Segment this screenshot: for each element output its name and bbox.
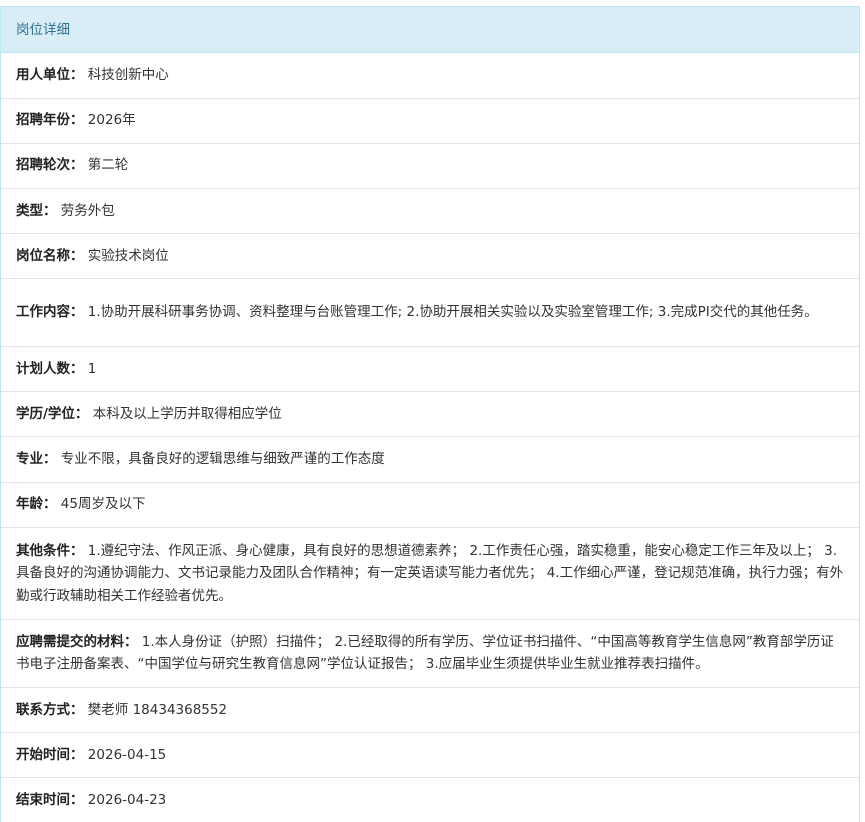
field-label-job-content: 工作内容： — [16, 304, 84, 320]
field-label-type: 类型： — [16, 202, 57, 219]
field-label-contact: 联系方式： — [16, 701, 84, 718]
field-row-job-content: 工作内容： 1.协助开展科研事务协调、资料整理与台账管理工作; 2.协助开展相关… — [1, 279, 859, 347]
field-row-age: 年龄： 45周岁及以下 — [1, 483, 859, 528]
field-row-start-time: 开始时间： 2026-04-15 — [1, 733, 859, 778]
field-row-materials: 应聘需提交的材料： 1.本人身份证（护照）扫描件； 2.已经取得的所有学历、学位… — [1, 620, 859, 688]
job-detail-panel: 岗位详细 用人单位： 科技创新中心 招聘年份： 2026年 招聘轮次： 第二轮 … — [0, 6, 860, 822]
field-row-unit: 用人单位： 科技创新中心 — [1, 53, 859, 99]
field-value-position-name: 实验技术岗位 — [87, 247, 169, 264]
field-value-other-conditions: 1.遵纪守法、作风正派、身心健康，具有良好的思想道德素养； 2.工作责任心强，踏… — [16, 542, 844, 604]
field-row-education: 学历/学位： 本科及以上学历并取得相应学位 — [1, 392, 859, 437]
field-label-other-conditions: 其他条件： — [16, 542, 84, 559]
field-label-education: 学历/学位： — [16, 405, 89, 422]
field-value-materials: 1.本人身份证（护照）扫描件； 2.已经取得的所有学历、学位证书扫描件、“中国高… — [16, 633, 834, 673]
field-value-age: 45周岁及以下 — [60, 496, 146, 513]
field-value-contact: 樊老师 18434368552 — [87, 701, 228, 718]
field-label-major: 专业： — [16, 451, 57, 467]
field-label-unit: 用人单位： — [16, 67, 84, 83]
field-row-position-name: 岗位名称： 实验技术岗位 — [1, 234, 859, 279]
field-value-start-time: 2026-04-15 — [87, 746, 167, 763]
field-value-job-content: 1.协助开展科研事务协调、资料整理与台账管理工作; 2.协助开展相关实验以及实验… — [87, 304, 818, 320]
field-value-type: 劳务外包 — [60, 202, 115, 219]
field-label-age: 年龄： — [16, 496, 57, 513]
field-value-major: 专业不限，具备良好的逻辑思维与细致严谨的工作态度 — [60, 451, 385, 467]
field-row-major: 专业： 专业不限，具备良好的逻辑思维与细致严谨的工作态度 — [1, 437, 859, 483]
field-row-end-time: 结束时间： 2026-04-23 — [1, 778, 859, 822]
field-label-planned-count: 计划人数： — [16, 360, 84, 377]
panel-title: 岗位详细 — [1, 7, 859, 53]
field-label-materials: 应聘需提交的材料： — [16, 633, 138, 650]
field-label-position-name: 岗位名称： — [16, 247, 84, 264]
field-value-year: 2026年 — [87, 112, 136, 129]
field-label-year: 招聘年份： — [16, 112, 84, 129]
field-row-type: 类型： 劳务外包 — [1, 189, 859, 234]
field-value-unit: 科技创新中心 — [87, 67, 169, 83]
field-label-start-time: 开始时间： — [16, 746, 84, 763]
field-row-round: 招聘轮次： 第二轮 — [1, 144, 859, 189]
field-value-planned-count: 1 — [87, 360, 97, 377]
field-value-end-time: 2026-04-23 — [87, 791, 167, 808]
field-row-contact: 联系方式： 樊老师 18434368552 — [1, 688, 859, 733]
field-label-end-time: 结束时间： — [16, 791, 84, 808]
field-label-round: 招聘轮次： — [16, 157, 84, 174]
field-value-round: 第二轮 — [87, 157, 129, 174]
field-row-planned-count: 计划人数： 1 — [1, 347, 859, 392]
field-row-other-conditions: 其他条件： 1.遵纪守法、作风正派、身心健康，具有良好的思想道德素养； 2.工作… — [1, 528, 859, 620]
field-row-year: 招聘年份： 2026年 — [1, 99, 859, 144]
field-value-education: 本科及以上学历并取得相应学位 — [92, 405, 282, 422]
